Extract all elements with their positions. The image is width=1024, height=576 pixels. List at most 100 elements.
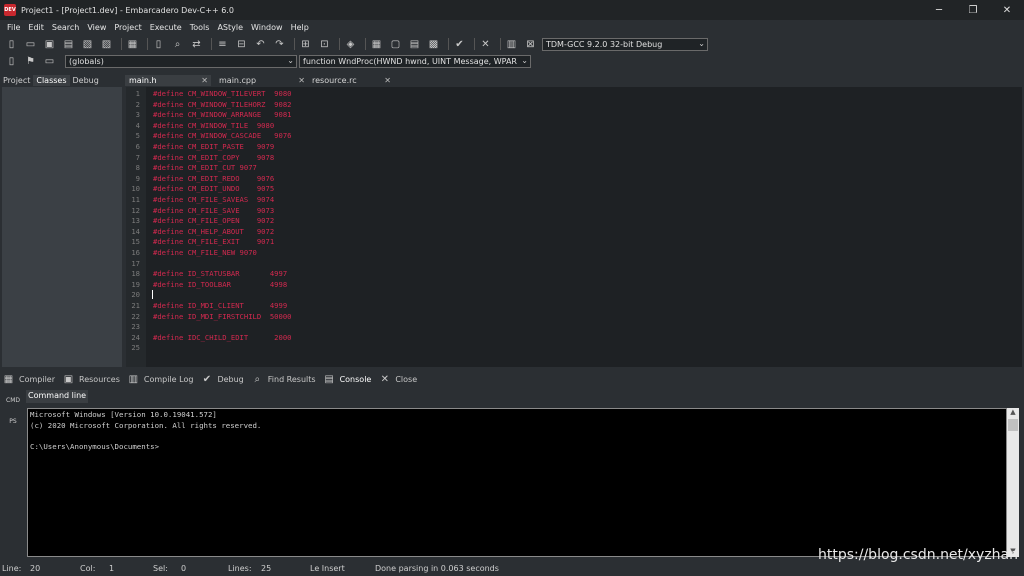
status-sel-label: Sel: — [153, 564, 168, 573]
close-tab-icon[interactable]: ✕ — [298, 76, 305, 85]
tab-project[interactable]: Project — [0, 75, 33, 86]
close-window-button[interactable]: ✕ — [990, 0, 1024, 20]
menu-search[interactable]: Search — [48, 23, 83, 32]
scope-select-value: (globals) — [69, 57, 104, 66]
code-text: #define CM_FILE_SAVE 9073 — [153, 205, 275, 215]
compiler-select[interactable]: TDM-GCC 9.2.0 32-bit Debug ⌄ — [542, 37, 708, 51]
code-text: #define CM_WINDOW_TILEVERT 9080 — [153, 89, 292, 98]
restore-button[interactable]: ❐ — [956, 0, 990, 20]
remove-from-project-icon[interactable]: ⊡ — [317, 37, 332, 52]
profile-icon[interactable]: ▥ — [504, 37, 519, 52]
command-line-tab[interactable]: Command line — [26, 390, 89, 403]
menu-astyle[interactable]: AStyle — [213, 23, 247, 32]
menu-execute[interactable]: Execute — [146, 23, 186, 32]
tab-classes[interactable]: Classes — [33, 75, 70, 86]
class-browser-panel[interactable] — [2, 87, 122, 367]
tab-resource-rc[interactable]: resource.rc ✕ — [308, 75, 394, 86]
code-text: #define CM_EDIT_REDO 9076 — [153, 173, 275, 183]
toggle-bookmark-icon[interactable]: ⚑ — [23, 54, 38, 69]
scope-select[interactable]: (globals) ⌄ — [65, 55, 297, 68]
tab-debug[interactable]: Debug — [70, 75, 102, 86]
new-project-icon[interactable]: ▯ — [151, 37, 166, 52]
scroll-up-icon[interactable]: ▲ — [1007, 408, 1019, 418]
cmd-button[interactable]: CMD — [0, 392, 26, 408]
find-icon[interactable]: ⌕ — [170, 37, 185, 52]
powershell-button[interactable]: PS — [0, 413, 26, 429]
redo-icon[interactable]: ↷ — [272, 37, 287, 52]
line-number: 25 — [131, 343, 140, 353]
minimize-button[interactable]: ─ — [922, 0, 956, 20]
line-number: 5 — [135, 131, 140, 141]
indent-icon[interactable]: ≡ — [215, 37, 230, 52]
rebuild-icon[interactable]: ▩ — [426, 37, 441, 52]
new-file-icon[interactable]: ▯ — [4, 37, 19, 52]
code-line: 23 — [126, 322, 1016, 333]
syntax-check-icon[interactable]: ✔ — [452, 37, 467, 52]
save-all-icon[interactable]: ▤ — [61, 37, 76, 52]
print-icon[interactable]: ▦ — [125, 37, 140, 52]
menu-project[interactable]: Project — [110, 23, 145, 32]
menu-file[interactable]: File — [3, 23, 24, 32]
menu-window[interactable]: Window — [247, 23, 287, 32]
menu-edit[interactable]: Edit — [24, 23, 48, 32]
menu-help[interactable]: Help — [287, 23, 313, 32]
run-icon[interactable]: ▢ — [388, 37, 403, 52]
code-text: #define CM_EDIT_CUT 9077 — [153, 163, 257, 173]
delete-profile-icon[interactable]: ⊠ — [523, 37, 538, 52]
goto-bookmark-icon[interactable]: ▭ — [42, 54, 57, 69]
tab-main-cpp[interactable]: main.cpp ✕ — [215, 75, 308, 86]
code-editor[interactable]: 1 #define CM_WINDOW_TILEVERT 9080 2 #define… — [126, 87, 1022, 367]
tab-close[interactable]: ✕ Close — [378, 373, 418, 386]
console-scrollbar[interactable]: ▲ ▼ — [1007, 408, 1019, 557]
code-text: #define ID_STATUSBAR 4997 — [153, 269, 288, 279]
code-text: #define CM_FILE_NEW 9070 — [153, 248, 257, 257]
left-panel-tabs: Project Classes Debug — [0, 71, 125, 86]
compile-run-icon[interactable]: ▤ — [407, 37, 422, 52]
compile-icon[interactable]: ▦ — [369, 37, 384, 52]
open-folder-icon[interactable]: ▭ — [23, 37, 38, 52]
project-options-icon[interactable]: ◈ — [343, 37, 358, 52]
scroll-thumb[interactable] — [1008, 419, 1018, 431]
code-text: #define CM_EDIT_COPY 9078 — [153, 152, 275, 162]
insert-icon[interactable]: ▯ — [4, 54, 19, 69]
stop-icon[interactable]: ✕ — [478, 37, 493, 52]
close-file-icon[interactable]: ▧ — [80, 37, 95, 52]
code-line: 25 — [126, 343, 1016, 354]
tab-resources[interactable]: ▣ Resources — [62, 373, 120, 386]
code-line: 7 #define CM_EDIT_COPY 9078 — [126, 153, 1016, 164]
line-number: 6 — [135, 142, 140, 151]
tab-main-h[interactable]: main.h ✕ — [125, 75, 211, 86]
unindent-icon[interactable]: ⊟ — [234, 37, 249, 52]
menu-bar: File Edit Search View Project Execute To… — [0, 20, 1024, 35]
close-all-icon[interactable]: ▨ — [99, 37, 114, 52]
tab-console[interactable]: ▤ Console — [323, 373, 371, 386]
menu-view[interactable]: View — [83, 23, 110, 32]
line-number: 18 — [131, 269, 140, 279]
status-col-value: 1 — [109, 564, 115, 573]
add-to-project-icon[interactable]: ⊞ — [298, 37, 313, 52]
status-col-label: Col: — [80, 564, 96, 573]
undo-icon[interactable]: ↶ — [253, 37, 268, 52]
code-text: #define CM_HELP_ABOUT 9072 — [153, 226, 275, 236]
function-select[interactable]: function WndProc(HWND hwnd, UINT Message… — [299, 55, 531, 68]
menu-tools[interactable]: Tools — [186, 23, 214, 32]
save-icon[interactable]: ▣ — [42, 37, 57, 52]
console-icon: ▤ — [324, 374, 334, 385]
tab-find-results[interactable]: ⌕ Find Results — [251, 373, 315, 386]
code-text: #define CM_EDIT_UNDO 9075 — [153, 184, 275, 194]
tab-compiler[interactable]: ▦ Compiler — [2, 373, 55, 386]
toolbar-separator — [147, 38, 148, 50]
line-number: 20 — [131, 290, 140, 300]
chart-icon: ▥ — [128, 374, 139, 385]
toolbar-separator — [365, 38, 366, 50]
tab-compile-log[interactable]: ▥ Compile Log — [127, 373, 194, 386]
tab-debug-output[interactable]: ✔ Debug — [200, 373, 244, 386]
code-line: 9 #define CM_EDIT_REDO 9076 — [126, 174, 1016, 185]
close-tab-icon[interactable]: ✕ — [384, 76, 391, 85]
code-line: 24 #define IDC_CHILD_EDIT 2000 — [126, 333, 1016, 344]
replace-icon[interactable]: ⇄ — [189, 37, 204, 52]
console-output[interactable]: Microsoft Windows [Version 10.0.19041.57… — [27, 408, 1007, 557]
chevron-down-icon: ⌄ — [521, 56, 528, 65]
line-number: 16 — [131, 248, 140, 257]
close-tab-icon[interactable]: ✕ — [201, 76, 208, 85]
